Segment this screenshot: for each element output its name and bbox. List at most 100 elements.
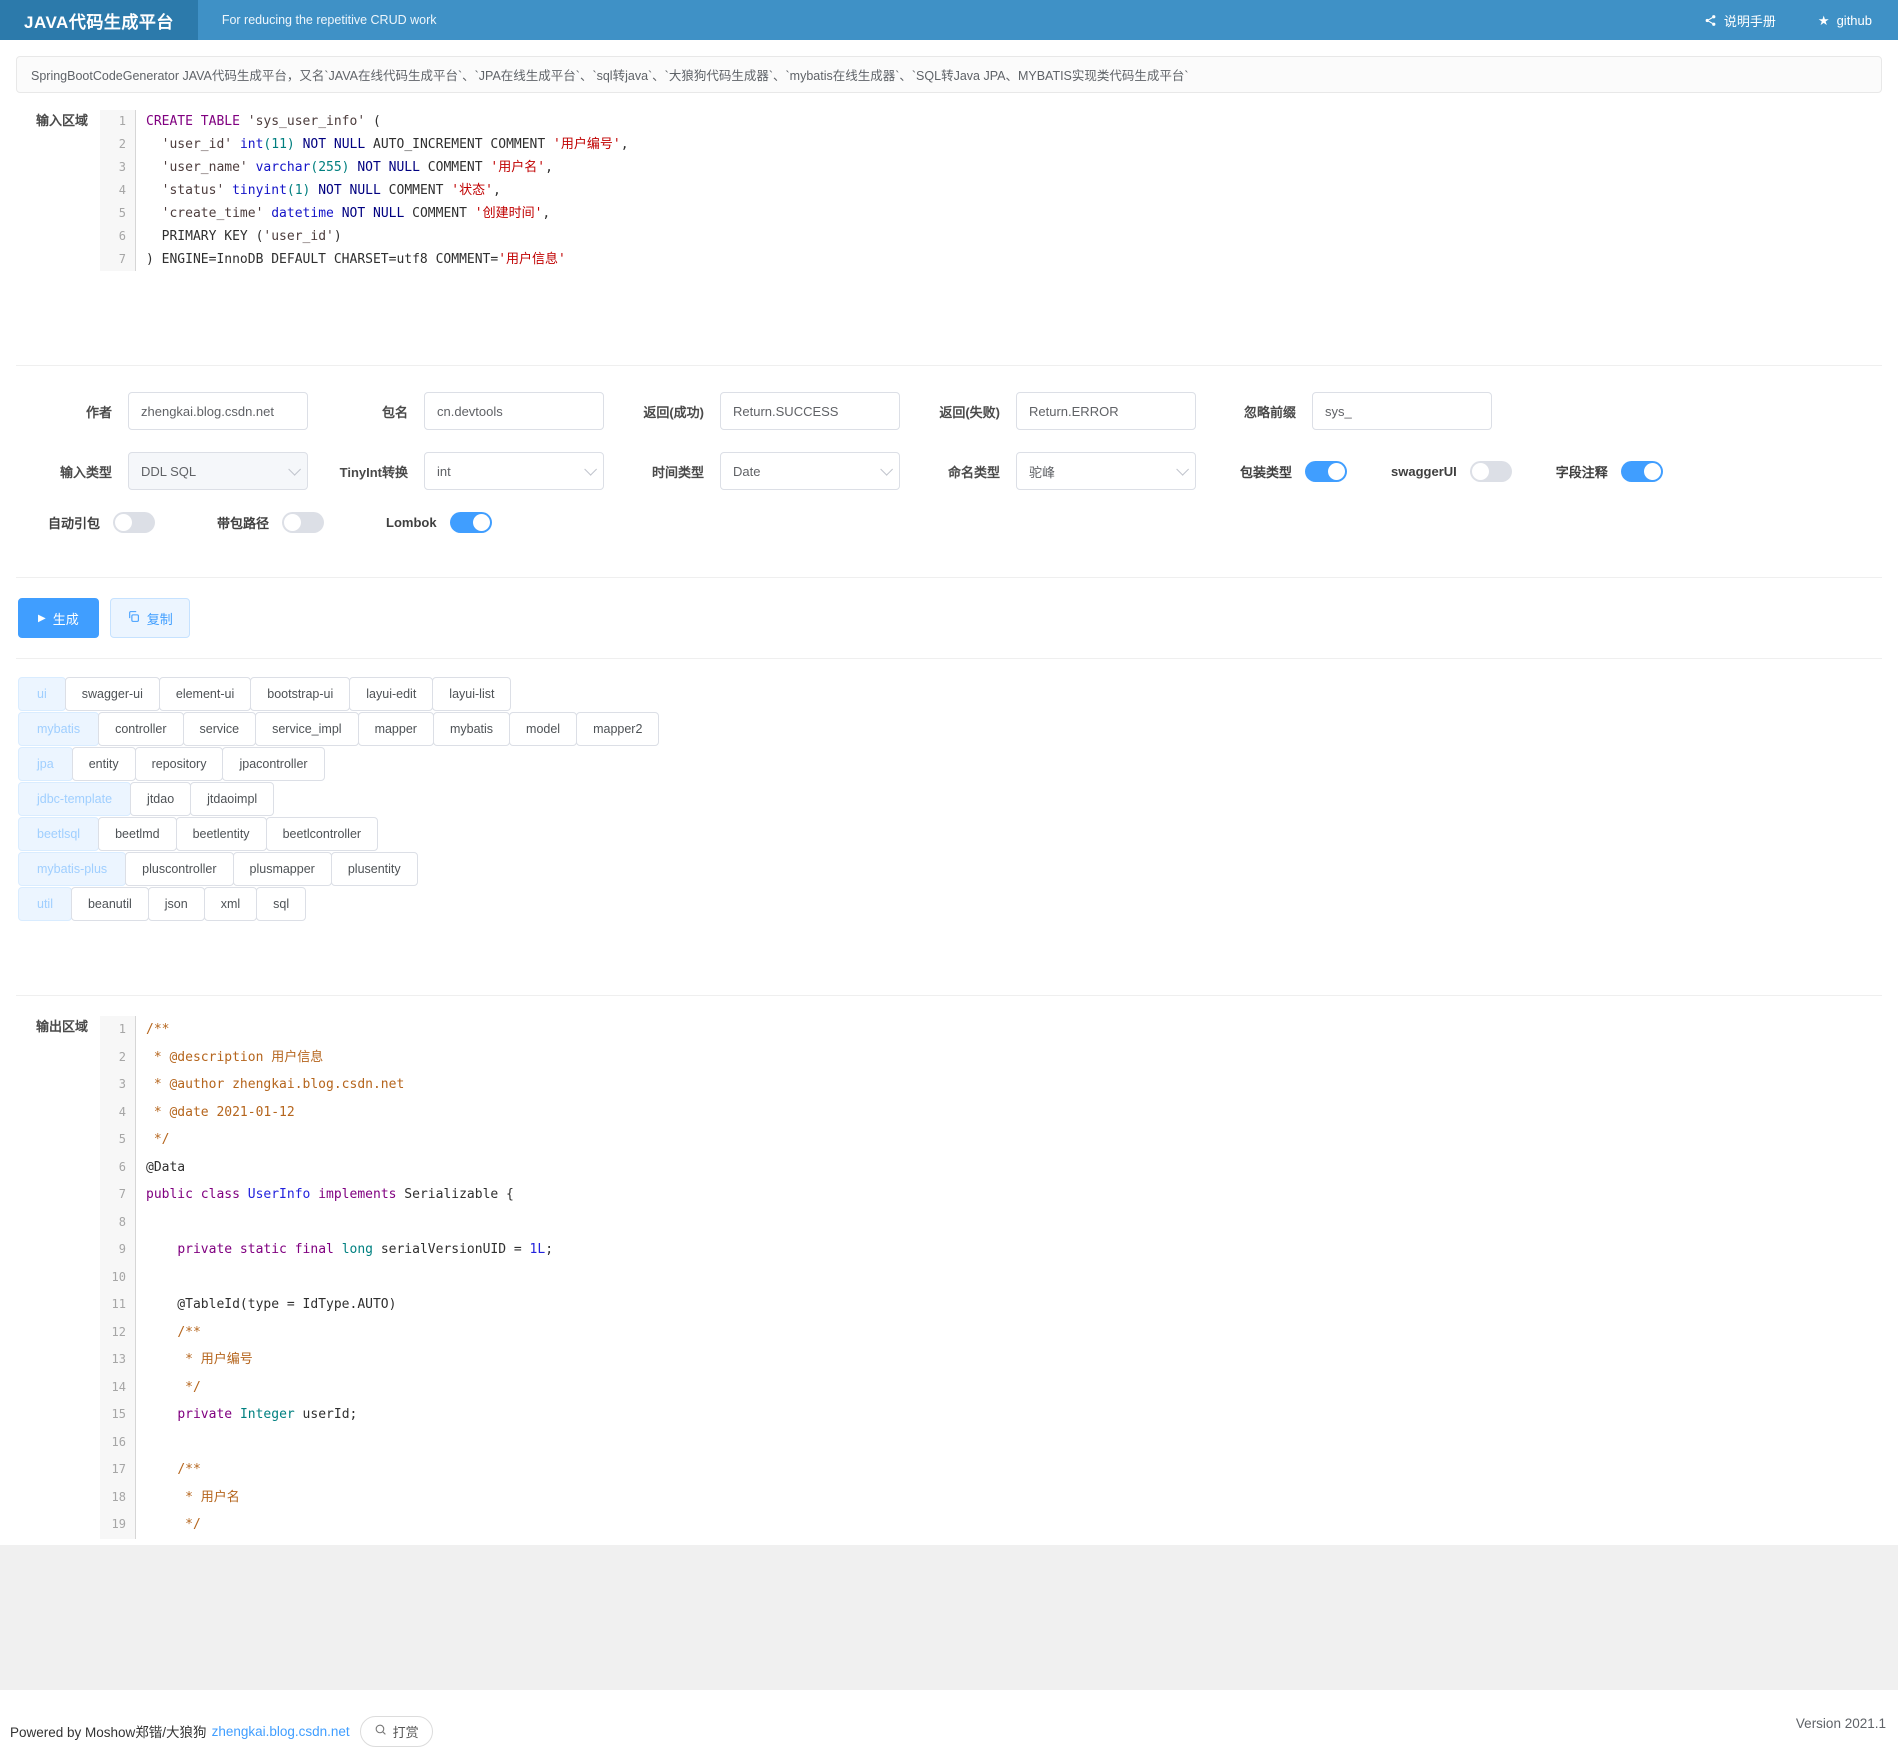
tab-group-mybatis[interactable]: mybatis — [18, 712, 99, 746]
manual-link[interactable]: 说明手册 — [1704, 11, 1776, 30]
code-line: 17 /** — [100, 1456, 1878, 1484]
java-output-editor[interactable]: 1/**2 * @description 用户信息3 * @author zhe… — [100, 1016, 1878, 1539]
tab-group-jdbc-template[interactable]: jdbc-template — [18, 782, 131, 816]
code-line: 4 * @date 2021-01-12 — [100, 1099, 1878, 1127]
tab-plusentity[interactable]: plusentity — [331, 852, 418, 886]
star-icon: ★ — [1818, 14, 1830, 27]
code-text: */ — [136, 1374, 201, 1402]
wrapper-type-toggle-group: 包装类型 — [1240, 461, 1347, 482]
code-text: * @author zhengkai.blog.csdn.net — [136, 1071, 404, 1099]
donate-button[interactable]: 打赏 — [360, 1716, 433, 1747]
blog-link[interactable]: zhengkai.blog.csdn.net — [212, 1724, 350, 1739]
footer-spacer — [0, 1545, 1898, 1690]
package-path-toggle[interactable] — [282, 512, 324, 533]
generate-button[interactable]: ▶ 生成 — [18, 598, 99, 638]
code-text — [136, 1209, 146, 1237]
field-comment-toggle[interactable] — [1621, 461, 1663, 482]
tab-sql[interactable]: sql — [256, 887, 306, 921]
tab-layui-list[interactable]: layui-list — [432, 677, 511, 711]
tab-group-util[interactable]: util — [18, 887, 72, 921]
author-input[interactable] — [128, 392, 308, 430]
tab-beetlcontroller[interactable]: beetlcontroller — [266, 817, 379, 851]
tab-beetlmd[interactable]: beetlmd — [98, 817, 176, 851]
powered-by-text: Powered by Moshow郑锴/大狼狗 — [10, 1721, 207, 1741]
code-text: private Integer userId; — [136, 1401, 357, 1429]
code-line: 5 */ — [100, 1126, 1878, 1154]
tab-row: mybatis-pluspluscontrollerplusmapperplus… — [18, 852, 1898, 886]
line-number: 7 — [100, 1181, 136, 1209]
code-line: 15 private Integer userId; — [100, 1401, 1878, 1429]
share-icon — [1704, 14, 1717, 27]
sql-input-editor[interactable]: 1CREATE TABLE 'sys_user_info' (2 'user_i… — [100, 110, 1878, 271]
tab-beetlentity[interactable]: beetlentity — [176, 817, 267, 851]
navbar: JAVA代码生成平台 For reducing the repetitive C… — [0, 0, 1898, 40]
tab-bootstrap-ui[interactable]: bootstrap-ui — [250, 677, 350, 711]
tab-model[interactable]: model — [509, 712, 577, 746]
tab-jtdao[interactable]: jtdao — [130, 782, 191, 816]
line-number: 2 — [100, 1044, 136, 1072]
tab-mybatis[interactable]: mybatis — [433, 712, 510, 746]
tab-swagger-ui[interactable]: swagger-ui — [65, 677, 160, 711]
return-error-input[interactable] — [1016, 392, 1196, 430]
toggle-knob — [473, 514, 490, 531]
time-type-group: 时间类型 Date — [608, 452, 900, 490]
tab-json[interactable]: json — [148, 887, 205, 921]
tinyint-select[interactable]: int — [424, 452, 604, 490]
ignore-prefix-input[interactable] — [1312, 392, 1492, 430]
tab-layui-edit[interactable]: layui-edit — [349, 677, 433, 711]
package-input[interactable] — [424, 392, 604, 430]
tab-mapper2[interactable]: mapper2 — [576, 712, 659, 746]
tab-group-jpa[interactable]: jpa — [18, 747, 73, 781]
tab-jtdaoimpl[interactable]: jtdaoimpl — [190, 782, 274, 816]
swagger-toggle[interactable] — [1470, 461, 1512, 482]
toggle-knob — [1644, 463, 1661, 480]
code-line: 5 'create_time' datetime NOT NULL COMMEN… — [100, 202, 1878, 225]
input-type-group: 输入类型 DDL SQL — [16, 452, 308, 490]
line-number: 15 — [100, 1401, 136, 1429]
github-link[interactable]: ★ github — [1818, 13, 1872, 28]
wrapper-type-toggle[interactable] — [1305, 461, 1347, 482]
tab-row: uiswagger-uielement-uibootstrap-uilayui-… — [18, 677, 1898, 711]
tinyint-label: TinyInt转换 — [312, 462, 408, 481]
tab-row: jpaentityrepositoryjpacontroller — [18, 747, 1898, 781]
copy-button-label: 复制 — [147, 609, 173, 628]
lombok-toggle-group: Lombok — [386, 512, 492, 533]
code-line: 10 — [100, 1264, 1878, 1292]
return-success-input[interactable] — [720, 392, 900, 430]
tab-mapper[interactable]: mapper — [358, 712, 434, 746]
input-type-select[interactable]: DDL SQL — [128, 452, 308, 490]
tab-xml[interactable]: xml — [204, 887, 257, 921]
ignore-prefix-field-group: 忽略前缀 — [1200, 392, 1492, 430]
tab-group-mybatis-plus[interactable]: mybatis-plus — [18, 852, 126, 886]
time-type-select[interactable]: Date — [720, 452, 900, 490]
line-number: 8 — [100, 1209, 136, 1237]
naming-type-select[interactable]: 驼峰 — [1016, 452, 1196, 490]
input-area-label: 输入区域 — [0, 110, 88, 129]
lombok-toggle[interactable] — [450, 512, 492, 533]
app-subtitle: For reducing the repetitive CRUD work — [222, 13, 437, 27]
copy-button[interactable]: 复制 — [110, 598, 190, 638]
tab-beanutil[interactable]: beanutil — [71, 887, 149, 921]
auto-import-toggle[interactable] — [113, 512, 155, 533]
field-comment-label: 字段注释 — [1556, 462, 1608, 481]
tab-repository[interactable]: repository — [135, 747, 224, 781]
tab-entity[interactable]: entity — [72, 747, 136, 781]
tab-group-beetlsql[interactable]: beetlsql — [18, 817, 99, 851]
divider — [16, 365, 1882, 366]
tab-group-ui[interactable]: ui — [18, 677, 66, 711]
code-text: CREATE TABLE 'sys_user_info' ( — [136, 110, 381, 133]
tab-element-ui[interactable]: element-ui — [159, 677, 251, 711]
code-text — [136, 1264, 146, 1292]
tab-jpacontroller[interactable]: jpacontroller — [222, 747, 324, 781]
chevron-down-icon — [1176, 463, 1189, 476]
tab-controller[interactable]: controller — [98, 712, 183, 746]
code-text: ) ENGINE=InnoDB DEFAULT CHARSET=utf8 COM… — [136, 248, 566, 271]
ignore-prefix-label: 忽略前缀 — [1200, 402, 1296, 421]
tab-plusmapper[interactable]: plusmapper — [233, 852, 332, 886]
code-line: 1CREATE TABLE 'sys_user_info' ( — [100, 110, 1878, 133]
line-number: 6 — [100, 1154, 136, 1182]
input-area: 输入区域 1CREATE TABLE 'sys_user_info' (2 'u… — [0, 110, 1898, 271]
tab-service_impl[interactable]: service_impl — [255, 712, 358, 746]
tab-service[interactable]: service — [183, 712, 257, 746]
tab-pluscontroller[interactable]: pluscontroller — [125, 852, 233, 886]
